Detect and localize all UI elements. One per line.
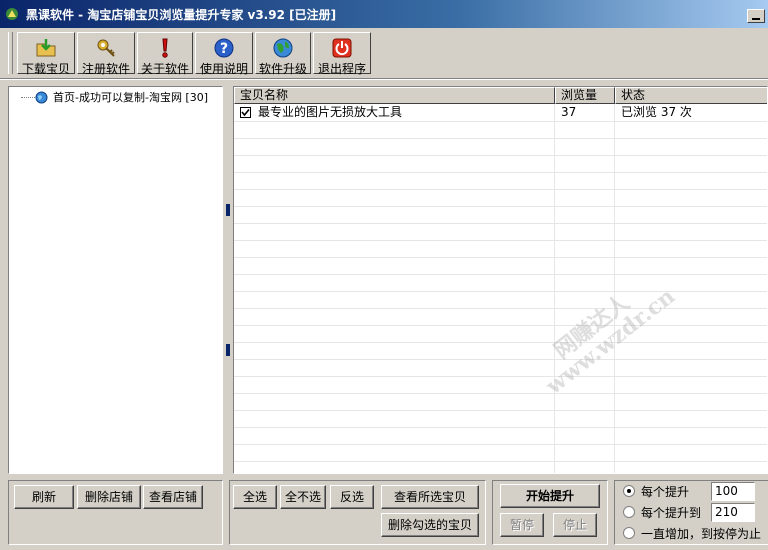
view-shop-button[interactable]: 查看店铺	[143, 485, 203, 509]
panel-splitter[interactable]	[225, 86, 232, 474]
exit-program-button[interactable]: 退出程序	[313, 32, 371, 76]
item-status: 已浏览 37 次	[621, 105, 692, 119]
instructions-label: 使用说明	[199, 62, 248, 76]
download-items-button[interactable]: 下载宝贝	[17, 32, 75, 76]
empty-row	[234, 410, 767, 428]
mode-radio-continuous[interactable]	[623, 527, 635, 539]
mode-radio-each-to[interactable]	[623, 506, 635, 518]
title-bar: 黑课软件 - 淘宝店铺宝贝浏览量提升专家 v3.92 [已注册]	[0, 0, 768, 28]
empty-row	[234, 274, 767, 292]
about-software-label: 关于软件	[140, 62, 189, 76]
shop-tree[interactable]: 首页-成功可以复制-淘宝网 [30]	[8, 86, 223, 474]
instructions-button[interactable]: ? 使用说明	[195, 32, 253, 76]
mode-label-each-to: 每个提升到	[641, 506, 702, 520]
row-checkbox[interactable]	[240, 107, 251, 118]
view-selected-button[interactable]: 查看所选宝贝	[381, 485, 479, 509]
empty-row	[234, 393, 767, 411]
app-icon	[6, 8, 18, 20]
empty-row	[234, 308, 767, 326]
empty-row	[234, 121, 767, 139]
register-software-label: 注册软件	[81, 62, 130, 76]
download-items-label: 下载宝贝	[21, 62, 70, 76]
empty-row	[234, 155, 767, 173]
software-upgrade-button[interactable]: 软件升级	[255, 32, 311, 76]
empty-row	[234, 444, 767, 462]
column-header-views[interactable]: 浏览量	[555, 87, 615, 104]
empty-row	[234, 223, 767, 241]
splitter-handle-top	[226, 204, 230, 216]
window-title: 黑课软件 - 淘宝店铺宝贝浏览量提升专家 v3.92 [已注册]	[26, 8, 337, 22]
globe-upgrade-icon	[273, 38, 293, 58]
empty-row	[234, 359, 767, 377]
empty-row	[234, 342, 767, 360]
empty-row	[234, 240, 767, 258]
empty-row	[234, 172, 767, 190]
empty-row	[234, 376, 767, 394]
list-header: 宝贝名称 浏览量 状态	[234, 87, 767, 104]
mode-radio-each[interactable]	[623, 485, 635, 497]
select-all-button[interactable]: 全选	[233, 485, 277, 509]
power-exit-icon	[332, 38, 352, 58]
empty-row	[234, 461, 767, 473]
svg-text:?: ?	[220, 41, 228, 57]
empty-row	[234, 291, 767, 309]
column-header-name[interactable]: 宝贝名称	[234, 87, 555, 104]
exclamation-icon	[162, 38, 168, 58]
mode-label-each: 每个提升	[641, 485, 690, 499]
radio-selected-dot	[627, 489, 631, 493]
tree-item-shop[interactable]: 首页-成功可以复制-淘宝网 [30]	[53, 89, 208, 105]
pause-button[interactable]: 暂停	[500, 513, 544, 537]
item-views: 37	[561, 105, 577, 119]
boost-target-input[interactable]: 210	[711, 503, 755, 522]
exit-program-label: 退出程序	[317, 62, 366, 76]
refresh-button[interactable]: 刷新	[14, 485, 74, 509]
column-header-status[interactable]: 状态	[615, 87, 767, 104]
checkmark-icon	[241, 108, 250, 117]
boost-amount-input[interactable]: 100	[711, 482, 755, 501]
stop-button[interactable]: 停止	[553, 513, 597, 537]
invert-selection-button[interactable]: 反选	[330, 485, 374, 509]
register-software-button[interactable]: 注册软件	[77, 32, 135, 76]
globe-icon	[35, 91, 48, 104]
bottom-controls: 刷新 删除店铺 查看店铺 全选 全不选 反选 查看所选宝贝 删除勾选的宝贝 开始…	[0, 477, 768, 550]
empty-row	[234, 427, 767, 445]
empty-row	[234, 138, 767, 156]
minimize-icon	[752, 18, 760, 20]
empty-row	[234, 257, 767, 275]
start-boost-button[interactable]: 开始提升	[500, 484, 600, 508]
delete-shop-button[interactable]: 删除店铺	[77, 485, 141, 509]
item-name: 最专业的图片无损放大工具	[258, 105, 403, 119]
toolbar: 下载宝贝 注册软件 关于软件 ? 使用说明 软件升级 退出程序	[0, 28, 768, 79]
minimize-button[interactable]	[747, 9, 765, 23]
delete-checked-button[interactable]: 删除勾选的宝贝	[381, 513, 479, 537]
select-none-button[interactable]: 全不选	[280, 485, 326, 509]
help-icon: ?	[214, 38, 234, 58]
software-upgrade-label: 软件升级	[258, 62, 307, 76]
about-software-button[interactable]: 关于软件	[137, 32, 193, 76]
empty-row	[234, 189, 767, 207]
toolbar-grip[interactable]	[8, 32, 13, 74]
mode-label-continuous: 一直增加，到按停为止	[641, 527, 762, 541]
table-row[interactable]: 最专业的图片无损放大工具 37 已浏览 37 次	[234, 104, 767, 122]
item-list[interactable]: 宝贝名称 浏览量 状态 最专业的图片无损放大工具 37 已浏览 37 次 网赚达…	[233, 86, 768, 474]
key-register-icon	[97, 39, 115, 57]
folder-download-icon	[36, 39, 56, 57]
splitter-handle-bottom	[226, 344, 230, 356]
empty-row	[234, 206, 767, 224]
empty-row	[234, 325, 767, 343]
